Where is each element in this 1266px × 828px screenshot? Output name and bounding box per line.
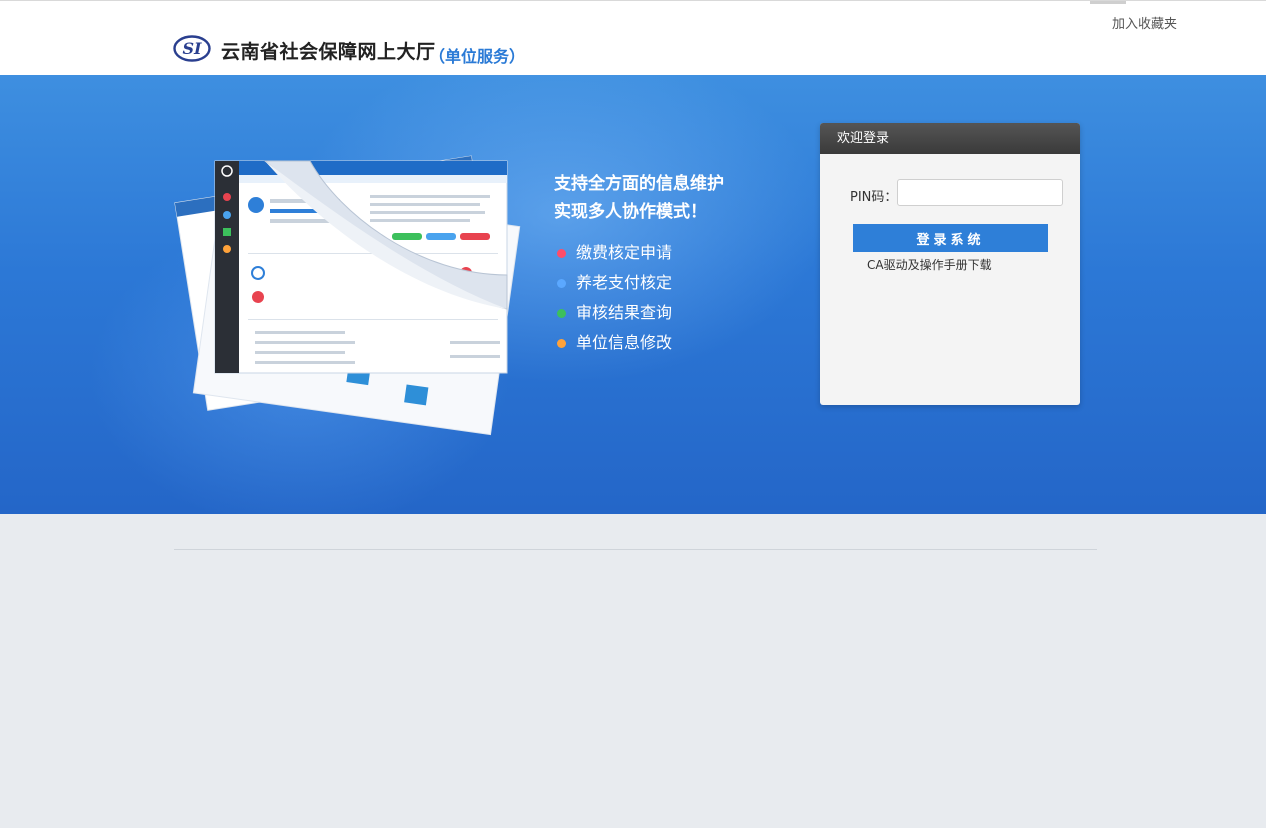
feature-label: 审核结果查询: [576, 303, 673, 322]
slogan: 支持全方面的信息维护 实现多人协作模式！: [554, 170, 724, 226]
feature-list: 缴费核定申请 养老支付核定 审核结果查询 单位信息修改: [557, 238, 672, 358]
si-logo-icon: SI: [173, 35, 211, 62]
feature-item: 单位信息修改: [557, 328, 672, 358]
slogan-line-2: 实现多人协作模式！: [554, 202, 707, 222]
header: 加入收藏夹 SI 云南省社会保障网上大厅 （单位服务）: [0, 0, 1266, 75]
feature-label: 养老支付核定: [576, 273, 673, 292]
footer-divider: [174, 549, 1097, 550]
feature-item: 审核结果查询: [557, 298, 672, 328]
feature-item: 缴费核定申请: [557, 238, 672, 268]
page: 加入收藏夹 SI 云南省社会保障网上大厅 （单位服务） 支持全方面的信息维护 实…: [0, 0, 1266, 828]
system-screenshot-illustration: [174, 155, 521, 436]
svg-text:SI: SI: [182, 39, 202, 58]
feature-label: 缴费核定申请: [576, 243, 673, 262]
bullet-dot-icon: [557, 278, 566, 288]
top-tab: [1090, 1, 1126, 4]
site-title: 云南省社会保障网上大厅: [221, 41, 436, 63]
pin-label: PIN码：: [850, 190, 898, 205]
bullet-dot-icon: [557, 308, 566, 318]
banner: 支持全方面的信息维护 实现多人协作模式！ 缴费核定申请 养老支付核定 审核结果查…: [0, 75, 1266, 514]
bullet-dot-icon: [557, 338, 566, 348]
site-subtitle: （单位服务）: [429, 47, 526, 66]
ca-download-link[interactable]: CA驱动及操作手册下载: [867, 256, 992, 273]
login-heading: 欢迎登录: [820, 123, 1080, 154]
bullet-dot-icon: [557, 248, 566, 258]
slogan-line-1: 支持全方面的信息维护: [554, 174, 724, 194]
feature-item: 养老支付核定: [557, 268, 672, 298]
feature-label: 单位信息修改: [576, 333, 673, 352]
login-button[interactable]: 登录系统: [853, 224, 1048, 252]
login-panel: 欢迎登录 PIN码： 登录系统 CA驱动及操作手册下载: [820, 123, 1080, 405]
add-favorite-link[interactable]: 加入收藏夹: [1112, 13, 1177, 32]
pin-input[interactable]: [897, 179, 1063, 206]
